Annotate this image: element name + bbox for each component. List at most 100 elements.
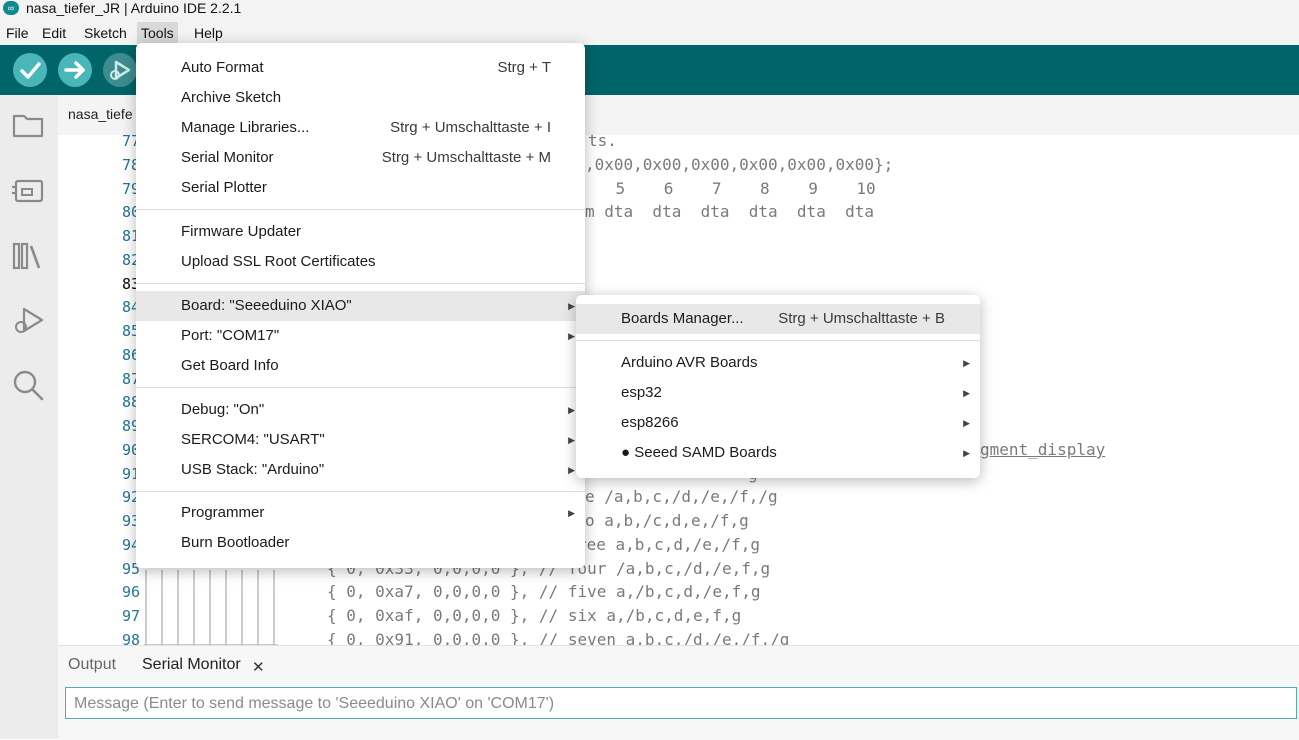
menu-item-port[interactable]: Port: "COM17" ▶	[136, 321, 585, 351]
menu-sketch[interactable]: Sketch	[80, 22, 131, 44]
menu-item-usb-stack[interactable]: USB Stack: "Arduino" ▶	[136, 455, 585, 485]
line-number-current: 83	[121, 275, 140, 293]
code-line: ree a,b,c,d,/e,/f,g	[577, 535, 761, 554]
menu-item-sercom4[interactable]: SERCOM4: "USART" ▶	[136, 425, 585, 455]
line-number: 80	[121, 203, 140, 221]
tab-output[interactable]: Output	[68, 656, 116, 674]
menu-file[interactable]: File	[2, 22, 33, 44]
menu-item-seeed-samd-boards[interactable]: ● Seeed SAMD Boards ▶	[576, 438, 980, 468]
code-line: e /a,b,c,/d,/e,/f,/g	[585, 487, 778, 506]
check-icon	[20, 62, 41, 79]
menu-item-boards-manager[interactable]: Boards Manager... Strg + Umschalttaste +…	[576, 304, 980, 334]
line-number: 89	[121, 417, 140, 435]
folder-icon[interactable]	[10, 107, 46, 143]
menu-item-esp32[interactable]: esp32 ▶	[576, 378, 980, 408]
menu-item-label: ● Seeed SAMD Boards	[621, 444, 777, 461]
menu-item-shortcut: Strg + Umschalttaste + B	[778, 310, 945, 327]
menu-item-label: USB Stack: "Arduino"	[181, 461, 325, 478]
chevron-right-icon: ▶	[963, 358, 970, 368]
code-line-link[interactable]: gment_display	[980, 440, 1105, 459]
menu-item-serial-plotter[interactable]: Serial Plotter	[136, 173, 585, 203]
title-bar: ∞ nasa_tiefer_JR | Arduino IDE 2.2.1	[0, 0, 1299, 20]
menu-item-label: SERCOM4: "USART"	[181, 431, 325, 448]
code-line: m dta dta dta dta dta dta	[585, 202, 874, 221]
menu-item-label: Auto Format	[181, 59, 264, 76]
indent-guides	[144, 570, 278, 646]
activity-bar	[0, 95, 58, 739]
menu-item-debug[interactable]: Debug: "On" ▶	[136, 395, 585, 425]
menu-item-arduino-avr-boards[interactable]: Arduino AVR Boards ▶	[576, 348, 980, 378]
debug-button[interactable]	[103, 53, 137, 87]
library-icon[interactable]	[10, 238, 46, 274]
line-number: 88	[121, 393, 140, 411]
tab-serial-monitor[interactable]: Serial Monitor	[142, 656, 241, 674]
line-number: 87	[121, 370, 140, 388]
line-number: 97	[121, 607, 140, 625]
menu-help[interactable]: Help	[190, 22, 227, 44]
bottom-panel: Output Serial Monitor ✕	[58, 645, 1299, 740]
line-number: 77	[121, 132, 140, 150]
arrow-right-icon	[64, 61, 85, 79]
window-title: nasa_tiefer_JR | Arduino IDE 2.2.1	[26, 0, 242, 16]
menu-separator	[136, 283, 585, 284]
line-number: 84	[121, 298, 140, 316]
menu-item-get-board-info[interactable]: Get Board Info	[136, 351, 585, 381]
menu-item-archive-sketch[interactable]: Archive Sketch	[136, 83, 585, 113]
menu-item-label: Port: "COM17"	[181, 327, 280, 344]
tools-menu: Auto Format Strg + T Archive Sketch Mana…	[136, 43, 585, 568]
menu-item-serial-monitor[interactable]: Serial Monitor Strg + Umschalttaste + M	[136, 143, 585, 173]
code-line: o a,b,/c,d,e,/f,g	[585, 511, 749, 530]
menu-separator	[136, 209, 585, 210]
menu-item-programmer[interactable]: Programmer ▶	[136, 498, 585, 528]
menu-tools[interactable]: Tools	[137, 22, 178, 44]
menu-item-upload-ssl[interactable]: Upload SSL Root Certificates	[136, 247, 585, 277]
menu-item-label: Archive Sketch	[181, 89, 282, 106]
menu-item-label: Serial Plotter	[181, 179, 267, 196]
verify-button[interactable]	[13, 53, 47, 87]
serial-message-box	[65, 687, 1297, 719]
line-number: 79	[121, 180, 140, 198]
code-line: ts.	[588, 131, 617, 150]
board-submenu: Boards Manager... Strg + Umschalttaste +…	[576, 295, 980, 478]
line-number: 90	[121, 441, 140, 459]
menu-item-label: Serial Monitor	[181, 149, 274, 166]
menu-item-label: Debug: "On"	[181, 401, 265, 418]
line-number: 96	[121, 583, 140, 601]
menu-item-esp8266[interactable]: esp8266 ▶	[576, 408, 980, 438]
code-line: { 0, 0xa7, 0,0,0,0 }, // five a,/b,c,d,/…	[327, 582, 761, 601]
menu-separator	[136, 387, 585, 388]
menu-separator	[576, 340, 980, 341]
board-icon[interactable]	[10, 173, 46, 209]
code-line: 5 6 7 8 9 10	[577, 179, 876, 198]
line-number: 82	[121, 251, 140, 269]
menu-item-label: Get Board Info	[181, 357, 279, 374]
chevron-right-icon: ▶	[568, 301, 575, 311]
menu-item-label: Burn Bootloader	[181, 534, 290, 551]
menu-item-firmware-updater[interactable]: Firmware Updater	[136, 217, 585, 247]
serial-message-input[interactable]	[72, 692, 1286, 716]
search-icon[interactable]	[10, 367, 46, 403]
menu-item-label: Programmer	[181, 504, 265, 521]
menu-bar: File Edit Sketch Tools Help	[0, 20, 1299, 45]
menu-item-label: Board: "Seeeduino XIAO"	[181, 297, 352, 314]
menu-item-board[interactable]: Board: "Seeeduino XIAO" ▶	[136, 291, 585, 321]
menu-item-burn-bootloader[interactable]: Burn Bootloader	[136, 528, 585, 558]
menu-item-shortcut: Strg + Umschalttaste + M	[381, 149, 551, 166]
line-number: 85	[121, 322, 140, 340]
menu-item-label: Manage Libraries...	[181, 119, 310, 136]
tab-sketch-file[interactable]: nasa_tiefe	[68, 106, 133, 122]
code-line: ,0x00,0x00,0x00,0x00,0x00,0x00};	[585, 155, 894, 174]
upload-button[interactable]	[58, 53, 92, 87]
debug-icon[interactable]	[10, 303, 46, 339]
menu-item-auto-format[interactable]: Auto Format Strg + T	[136, 53, 585, 83]
chevron-right-icon: ▶	[963, 418, 970, 428]
close-icon[interactable]: ✕	[252, 658, 265, 676]
menu-separator	[136, 491, 585, 492]
chevron-right-icon: ▶	[568, 508, 575, 518]
menu-item-shortcut: Strg + T	[497, 59, 552, 76]
menu-edit[interactable]: Edit	[38, 22, 70, 44]
menu-item-label: Arduino AVR Boards	[621, 354, 758, 371]
line-number: 95	[121, 560, 140, 578]
menu-item-manage-libraries[interactable]: Manage Libraries... Strg + Umschalttaste…	[136, 113, 585, 143]
line-number: 78	[121, 156, 140, 174]
